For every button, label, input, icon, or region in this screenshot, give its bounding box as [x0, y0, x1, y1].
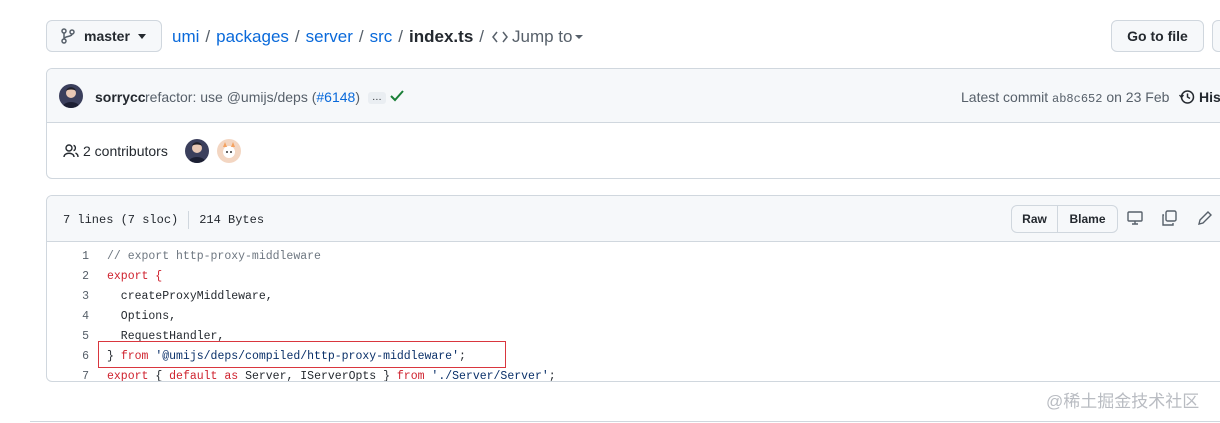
contributor-avatar[interactable] — [185, 139, 209, 163]
more-actions-button[interactable] — [1212, 20, 1220, 52]
line-number[interactable]: 6 — [47, 350, 89, 363]
breadcrumb-separator: / — [398, 27, 404, 46]
jump-to-menu[interactable]: Jump to — [492, 27, 588, 47]
history-link[interactable]: History — [1179, 89, 1220, 105]
contributors-row: 2 contributors — [47, 123, 1220, 178]
line-content: // export http-proxy-middleware — [107, 249, 321, 263]
people-icon — [63, 144, 79, 158]
file-size: 214 Bytes — [199, 213, 265, 227]
contributors-link[interactable]: 2 contributors — [63, 143, 168, 159]
breadcrumb-link-packages[interactable]: packages — [216, 27, 289, 47]
annotation-highlight-box — [98, 341, 506, 368]
breadcrumb-link-server[interactable]: server — [306, 27, 353, 47]
file-header: 7 lines (7 sloc) 214 Bytes Raw Blame — [47, 196, 1220, 242]
git-branch-icon — [61, 28, 75, 44]
check-icon[interactable] — [390, 90, 404, 102]
bottom-divider — [30, 421, 1220, 422]
file-info: 7 lines (7 sloc) 214 Bytes — [63, 211, 264, 229]
branch-name: master — [84, 28, 130, 44]
line-content: Options, — [107, 309, 177, 323]
line-content: export { default as Server, IServerOpts … — [107, 369, 556, 382]
file-info-divider — [188, 211, 190, 229]
caret-down-icon — [137, 33, 146, 39]
commit-sha-link[interactable]: ab8c652 — [1052, 92, 1102, 106]
desktop-icon[interactable] — [1127, 210, 1143, 226]
contributor-avatar[interactable] — [217, 139, 241, 163]
code-line: 7 export { default as Server, IServerOpt… — [47, 366, 1220, 382]
branch-select-button[interactable]: master — [46, 20, 162, 52]
watermark: @稀土掘金技术社区 — [1046, 392, 1200, 411]
jump-to-label: Jump to — [512, 27, 573, 46]
go-to-file-button[interactable]: Go to file — [1111, 20, 1204, 52]
line-number[interactable]: 5 — [47, 330, 89, 343]
copy-icon[interactable] — [1161, 210, 1177, 226]
history-label: History — [1199, 89, 1220, 105]
file-viewer: 7 lines (7 sloc) 214 Bytes Raw Blame 1 /… — [46, 195, 1220, 382]
breadcrumb-link-repo[interactable]: umi — [172, 27, 199, 47]
latest-commit-box: sorrycc refactor: use @umijs/deps (#6148… — [46, 68, 1220, 179]
file-lines-info: 7 lines (7 sloc) — [63, 213, 179, 227]
code-line: 4 Options, — [47, 306, 1220, 326]
code-listing: 1 // export http-proxy-middleware 2 expo… — [47, 242, 1220, 382]
line-number[interactable]: 1 — [47, 250, 89, 263]
expand-commit-button[interactable]: … — [367, 92, 386, 105]
raw-button[interactable]: Raw — [1011, 205, 1058, 233]
blame-button[interactable]: Blame — [1058, 205, 1118, 233]
contributors-count: 2 contributors — [83, 143, 168, 159]
line-content: createProxyMiddleware, — [107, 289, 273, 303]
history-icon — [1179, 90, 1195, 104]
code-line: 2 export { — [47, 266, 1220, 286]
file-view-buttons: Raw Blame — [1011, 205, 1118, 233]
commit-author[interactable]: sorrycc — [95, 89, 146, 105]
breadcrumb-file-name: index.ts — [409, 27, 474, 46]
breadcrumb-separator: / — [358, 27, 364, 46]
code-line: 1 // export http-proxy-middleware — [47, 246, 1220, 266]
line-number[interactable]: 3 — [47, 290, 89, 303]
latest-commit-info: Latest commit ab8c652 on 23 Feb — [961, 89, 1169, 106]
author-avatar[interactable] — [59, 84, 83, 108]
code-line: 3 createProxyMiddleware, — [47, 286, 1220, 306]
breadcrumb-separator: / — [294, 27, 300, 46]
commit-message: refactor: use @umijs/deps (#6148) … — [145, 89, 386, 105]
breadcrumb-separator: / — [479, 27, 485, 46]
caret-down-icon — [574, 35, 583, 39]
breadcrumb: umi / packages / server / src / index.ts… — [172, 25, 589, 49]
commit-message-end: ) — [355, 89, 360, 105]
line-number[interactable]: 7 — [47, 370, 89, 382]
line-content: export { — [107, 269, 163, 283]
line-number[interactable]: 2 — [47, 270, 89, 283]
latest-commit-label: Latest commit — [961, 89, 1049, 105]
commit-date: on 23 Feb — [1106, 89, 1170, 105]
commit-message-text[interactable]: refactor: use @umijs/deps ( — [145, 89, 316, 105]
line-number[interactable]: 4 — [47, 310, 89, 323]
commit-row: sorrycc refactor: use @umijs/deps (#6148… — [47, 69, 1220, 123]
pencil-icon[interactable] — [1197, 210, 1213, 226]
breadcrumb-separator: / — [205, 27, 211, 46]
breadcrumb-link-src[interactable]: src — [370, 27, 393, 47]
pull-request-link[interactable]: #6148 — [316, 89, 355, 105]
code-icon — [492, 31, 508, 43]
